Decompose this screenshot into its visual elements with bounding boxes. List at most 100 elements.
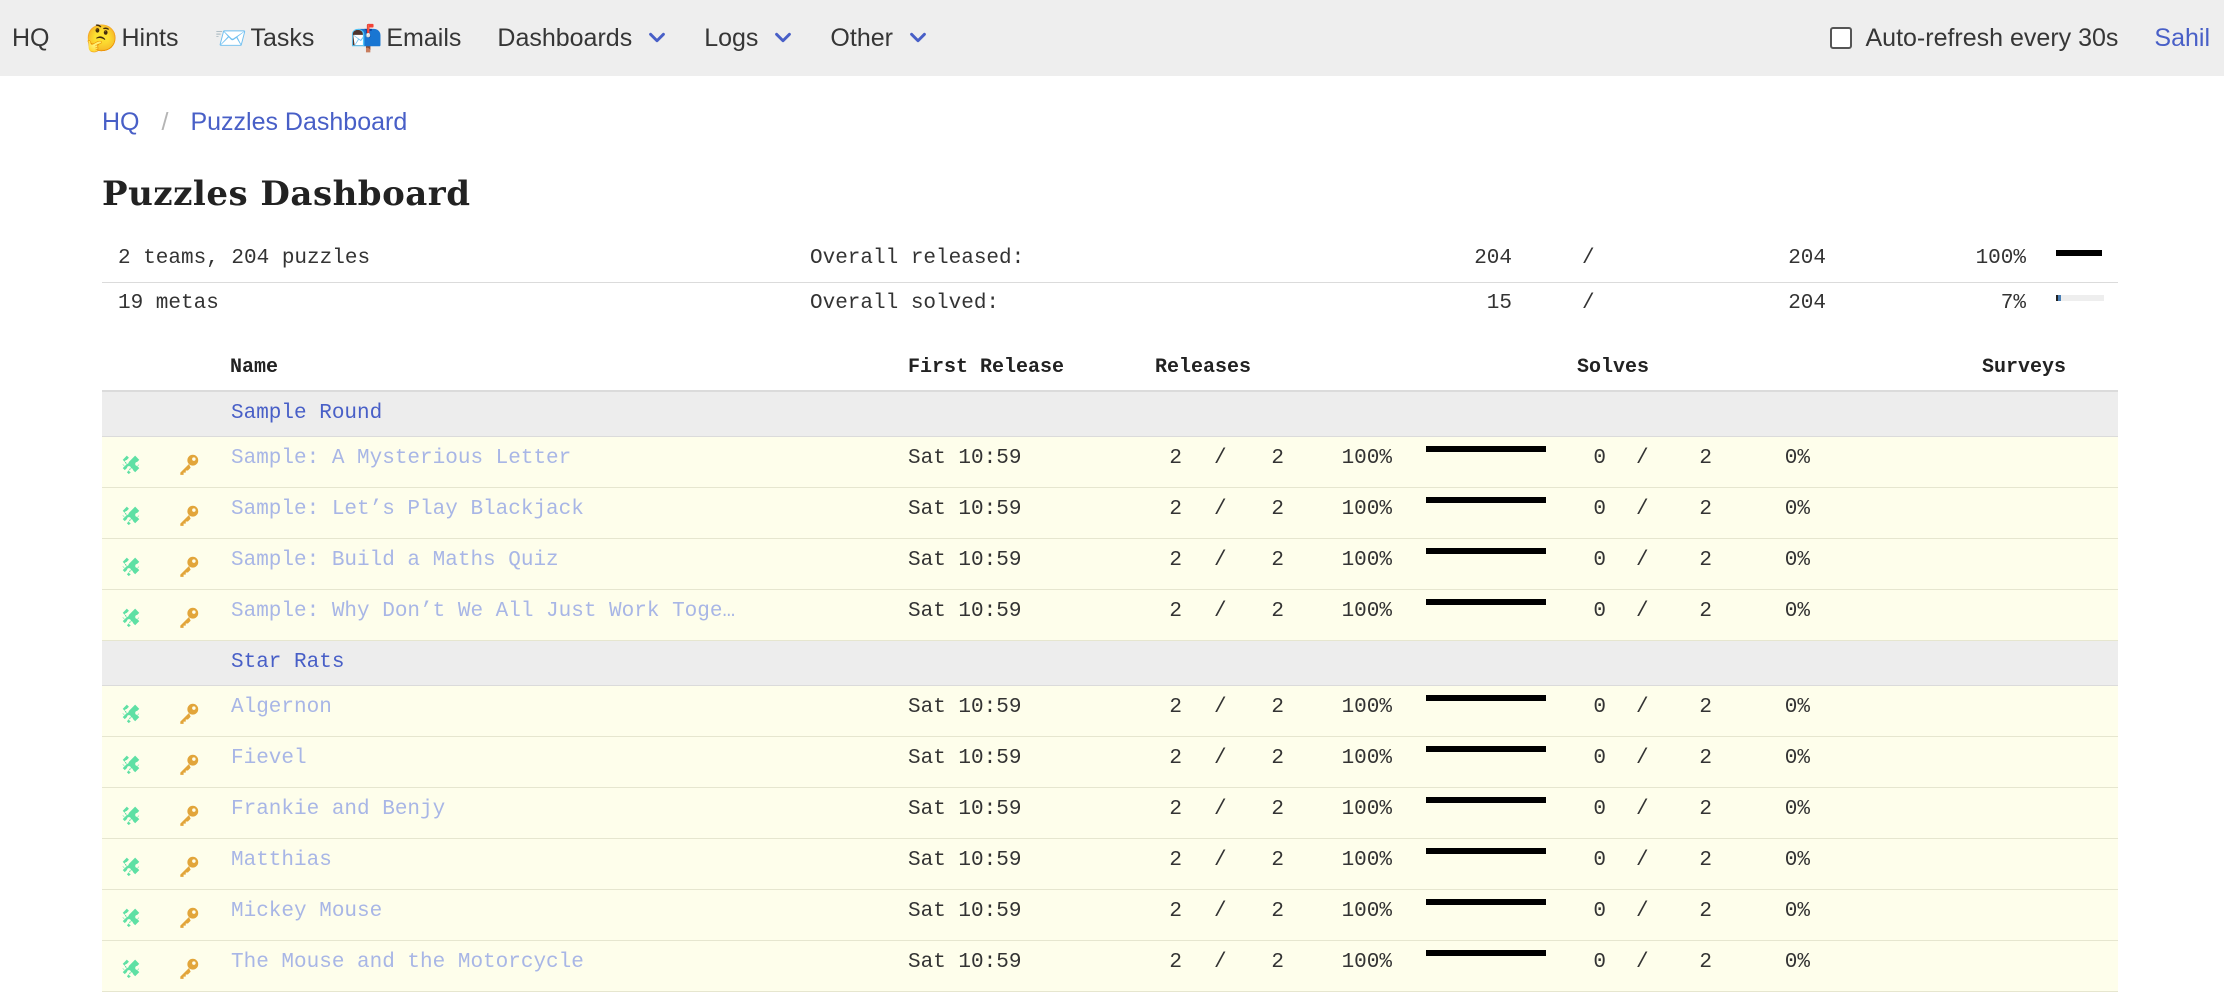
breadcrumb-puzzles-dashboard[interactable]: Puzzles Dashboard [190, 108, 407, 137]
releases-slash: / [1214, 798, 1227, 821]
mailbox-icon: 📬 [350, 25, 378, 51]
puzzle-name-link[interactable]: Sample: Build a Maths Quiz [231, 549, 559, 572]
puzzle-row: The Mouse and the MotorcycleSat 10:592/2… [102, 941, 2118, 992]
releases-total: 2 [1254, 849, 1284, 872]
solves-slash: / [1636, 849, 1649, 872]
releases-slash: / [1214, 498, 1227, 521]
key-icon[interactable] [176, 700, 202, 726]
column-header-first-release[interactable]: First Release [908, 356, 1064, 379]
solves-total: 2 [1692, 549, 1712, 572]
releases-percent: 100% [1330, 900, 1392, 923]
puzzle-piece-icon[interactable] [118, 751, 144, 777]
puzzle-piece-icon[interactable] [118, 451, 144, 477]
puzzle-name-link[interactable]: Algernon [231, 696, 332, 719]
releases-slash: / [1214, 747, 1227, 770]
puzzle-row: Sample: Why Don’t We All Just Work Toge…… [102, 590, 2118, 641]
summary-progress-fill [2056, 250, 2102, 256]
puzzle-piece-icon[interactable] [118, 955, 144, 981]
puzzle-name-link[interactable]: Fievel [231, 747, 307, 770]
solves-count: 0 [1586, 798, 1606, 821]
puzzle-piece-icon[interactable] [118, 904, 144, 930]
column-header-solves[interactable]: Solves [1577, 356, 1649, 379]
nav-tasks-label: Tasks [250, 24, 314, 53]
puzzle-piece-icon[interactable] [118, 553, 144, 579]
puzzle-name-link[interactable]: Sample: Why Don’t We All Just Work Toge… [231, 600, 735, 623]
solves-count: 0 [1586, 747, 1606, 770]
key-icon[interactable] [176, 955, 202, 981]
solves-count: 0 [1586, 900, 1606, 923]
solves-slash: / [1636, 600, 1649, 623]
column-header-surveys[interactable]: Surveys [1982, 356, 2066, 379]
nav-logs-dropdown[interactable]: Logs [686, 0, 812, 76]
solves-total: 2 [1692, 696, 1712, 719]
first-release-time: Sat 10:59 [908, 696, 1021, 719]
solves-total: 2 [1692, 951, 1712, 974]
round-row: Star Rats [102, 641, 2118, 686]
key-icon[interactable] [176, 853, 202, 879]
summary-teams-puzzles: 2 teams, 204 puzzles [118, 247, 370, 270]
puzzle-name-link[interactable]: Sample: Let’s Play Blackjack [231, 498, 584, 521]
key-icon[interactable] [176, 751, 202, 777]
nav-other-dropdown[interactable]: Other [812, 0, 947, 76]
summary-label: Overall solved: [810, 292, 999, 315]
breadcrumb-hq[interactable]: HQ [102, 108, 140, 137]
puzzle-name-link[interactable]: Frankie and Benjy [231, 798, 445, 821]
releases-percent: 100% [1330, 696, 1392, 719]
solves-count: 0 [1586, 696, 1606, 719]
nav-hints-link[interactable]: 🤔 Hints [68, 0, 197, 76]
nav-hints-label: Hints [122, 24, 179, 53]
round-link[interactable]: Sample Round [231, 402, 382, 425]
solves-percent: 0% [1760, 549, 1810, 572]
solves-count: 0 [1586, 600, 1606, 623]
puzzle-piece-icon[interactable] [118, 604, 144, 630]
releases-total: 2 [1254, 900, 1284, 923]
nav-emails-link[interactable]: 📬 Emails [332, 0, 479, 76]
nav-home-link[interactable]: HQ [0, 0, 68, 76]
user-link[interactable]: Sahil [2154, 24, 2210, 53]
key-icon[interactable] [176, 451, 202, 477]
puzzle-piece-icon[interactable] [118, 802, 144, 828]
summary-progress-bar [2056, 295, 2104, 301]
summary-count: 204 [1474, 247, 1512, 270]
puzzle-piece-icon[interactable] [118, 853, 144, 879]
first-release-time: Sat 10:59 [908, 600, 1021, 623]
key-icon[interactable] [176, 904, 202, 930]
summary-label: Overall released: [810, 247, 1024, 270]
solves-slash: / [1636, 498, 1649, 521]
releases-slash: / [1214, 549, 1227, 572]
summary-table: 2 teams, 204 puzzles Overall released: 2… [102, 238, 2118, 327]
key-icon[interactable] [176, 553, 202, 579]
incoming-envelope-icon: 📨 [214, 25, 242, 51]
column-header-name[interactable]: Name [230, 356, 278, 379]
releases-slash: / [1214, 951, 1227, 974]
puzzle-name-link[interactable]: The Mouse and the Motorcycle [231, 951, 584, 974]
puzzle-piece-icon[interactable] [118, 700, 144, 726]
solves-total: 2 [1692, 600, 1712, 623]
releases-count: 2 [1152, 900, 1182, 923]
summary-slash: / [1582, 247, 1595, 270]
autorefresh-checkbox[interactable] [1830, 27, 1852, 49]
nav-tasks-link[interactable]: 📨 Tasks [196, 0, 332, 76]
releases-count: 2 [1152, 798, 1182, 821]
releases-slash: / [1214, 900, 1227, 923]
round-link[interactable]: Star Rats [231, 651, 344, 674]
releases-progress-bar [1426, 599, 1546, 605]
page-title: Puzzles Dashboard [102, 174, 470, 214]
nav-dashboards-dropdown[interactable]: Dashboards [479, 0, 686, 76]
summary-progress-fill [2058, 295, 2061, 301]
puzzle-name-link[interactable]: Matthias [231, 849, 332, 872]
puzzle-piece-icon[interactable] [118, 502, 144, 528]
puzzle-name-link[interactable]: Mickey Mouse [231, 900, 382, 923]
table-header: Name First Release Releases Solves Surve… [102, 346, 2118, 392]
nav-emails-label: Emails [386, 24, 461, 53]
key-icon[interactable] [176, 502, 202, 528]
releases-count: 2 [1152, 549, 1182, 572]
solves-total: 2 [1692, 798, 1712, 821]
top-navbar: HQ 🤔 Hints 📨 Tasks 📬 Emails Dashboards L… [0, 0, 2224, 76]
column-header-releases[interactable]: Releases [1155, 356, 1251, 379]
autorefresh-toggle[interactable]: Auto-refresh every 30s [1830, 24, 2119, 53]
releases-percent: 100% [1330, 498, 1392, 521]
puzzle-name-link[interactable]: Sample: A Mysterious Letter [231, 447, 571, 470]
key-icon[interactable] [176, 604, 202, 630]
key-icon[interactable] [176, 802, 202, 828]
